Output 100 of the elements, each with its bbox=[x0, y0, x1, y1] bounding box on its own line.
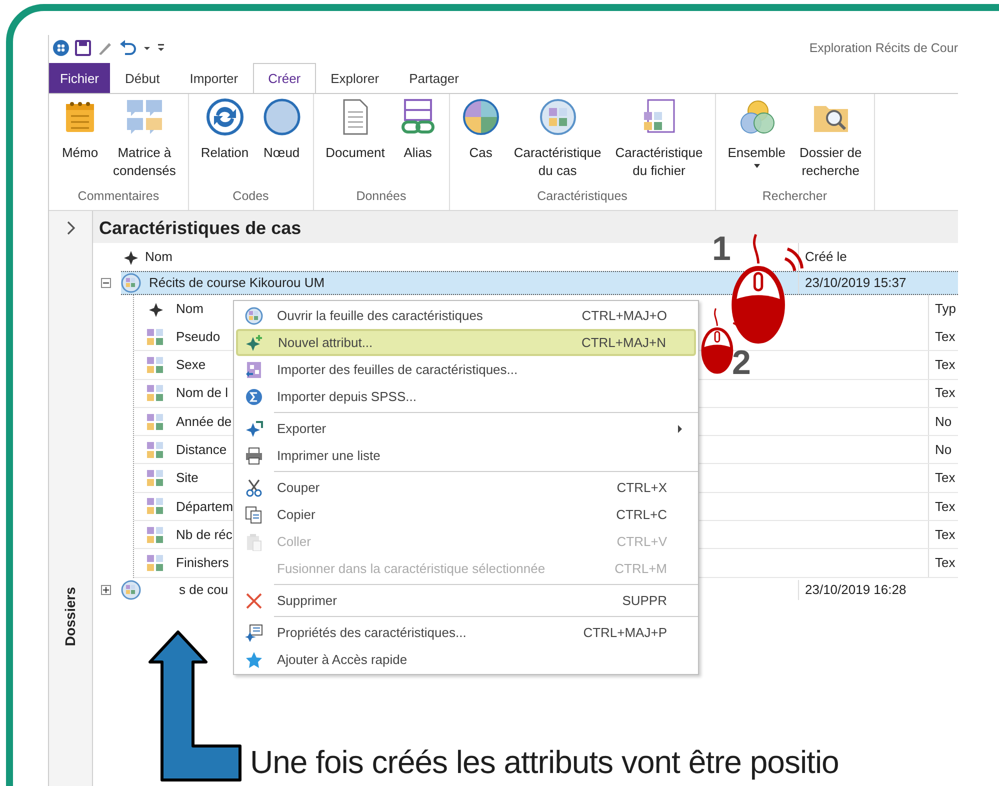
row-name: s de cou bbox=[179, 582, 228, 597]
attribute-icon bbox=[146, 526, 164, 544]
export-star-icon bbox=[245, 420, 263, 438]
ribbon-button[interactable]: Relation bbox=[194, 94, 255, 188]
attribute-name: Distance bbox=[176, 442, 227, 458]
attribute-icon bbox=[146, 497, 164, 516]
grid-circle-icon bbox=[121, 273, 141, 293]
sparkle-plus-icon bbox=[246, 334, 264, 352]
ribbon-button[interactable]: Caractéristique du cas bbox=[508, 94, 608, 188]
attribute-icon bbox=[146, 469, 164, 488]
properties-icon bbox=[245, 624, 263, 642]
ribbon-button[interactable]: Dossier de recherche bbox=[794, 94, 868, 188]
ribbon-tab[interactable]: Importer bbox=[174, 62, 254, 93]
file-menu-button[interactable]: Fichier bbox=[49, 62, 110, 93]
cross-icon bbox=[245, 592, 263, 610]
column-header[interactable]: Nom bbox=[176, 301, 204, 316]
ribbon-tab[interactable]: Explorer bbox=[316, 62, 394, 93]
ribbon-button[interactable]: Mémo bbox=[55, 94, 105, 188]
collapse-toggle[interactable] bbox=[101, 278, 111, 288]
type-cell: Tex bbox=[928, 464, 958, 492]
link-icon bbox=[398, 98, 437, 136]
attribute-name: Sexe bbox=[176, 357, 206, 372]
tree-row[interactable]: Récits de course Kikourou UM 23/10/2019 15:37 bbox=[121, 271, 958, 295]
ribbon-tab[interactable]: Créer bbox=[253, 62, 316, 94]
menu-item[interactable]: Couper CTRL+X bbox=[236, 474, 696, 501]
circles-icon bbox=[738, 98, 776, 136]
expand-toggle[interactable] bbox=[101, 584, 111, 595]
shortcut-text: CTRL+C bbox=[616, 506, 667, 524]
ribbon-button[interactable]: Document bbox=[320, 94, 391, 188]
column-header[interactable]: Nom bbox=[145, 249, 172, 264]
grid-circle-icon bbox=[121, 580, 141, 600]
ribbon-tab[interactable]: Début bbox=[110, 62, 175, 93]
pen-icon[interactable] bbox=[97, 40, 113, 56]
menu-item[interactable]: Ajouter à Accès rapide bbox=[236, 646, 696, 673]
type-cell: Tex bbox=[928, 549, 958, 577]
attribute-icon bbox=[146, 384, 164, 402]
grid-circle-icon bbox=[245, 306, 263, 324]
copy-icon bbox=[245, 506, 263, 524]
attribute-icon bbox=[146, 412, 164, 431]
shortcut-text: CTRL+MAJ+N bbox=[581, 334, 666, 352]
type-cell: Tex bbox=[928, 323, 958, 350]
type-cell: Tex bbox=[928, 521, 958, 548]
grid-circle-icon bbox=[538, 98, 577, 136]
group-label: Données bbox=[355, 188, 408, 206]
attribute-name: Départem bbox=[176, 498, 234, 514]
type-cell: Tex bbox=[928, 380, 958, 407]
date-cell: 23/10/2019 15:37 bbox=[798, 272, 958, 294]
ribbon-button[interactable]: Nœud bbox=[256, 94, 307, 188]
group-label: Caractéristiques bbox=[536, 188, 628, 206]
undo-icon[interactable] bbox=[119, 40, 137, 56]
attribute-icon bbox=[146, 328, 164, 346]
attribute-icon bbox=[146, 440, 164, 459]
circle-icon bbox=[262, 98, 301, 136]
attribute-name: Site bbox=[176, 470, 198, 486]
column-header[interactable]: Typ bbox=[928, 295, 958, 323]
ribbon-button[interactable]: Matrice à condensés bbox=[107, 94, 182, 188]
panel-label: Dossiers bbox=[61, 586, 79, 646]
pie-icon bbox=[462, 98, 500, 136]
menu-item[interactable]: Importer des feuilles de caractéristiques... bbox=[236, 356, 696, 383]
shortcut-text: CTRL+V bbox=[616, 532, 667, 551]
menu-item[interactable]: Nouvel attribut... CTRL+MAJ+N bbox=[236, 329, 696, 356]
menu-item[interactable]: Propriétés des caractéristiques... CTRL+MAJ+P bbox=[236, 619, 696, 646]
clipboard-icon bbox=[245, 532, 263, 550]
shortcut-text: CTRL+MAJ+P bbox=[583, 624, 667, 642]
group-label: Codes bbox=[232, 188, 270, 206]
menu-item[interactable]: Supprimer SUPPR bbox=[236, 587, 696, 614]
attribute-icon bbox=[146, 554, 164, 572]
import-sheet-icon bbox=[245, 360, 263, 378]
scissors-icon bbox=[245, 478, 263, 496]
menu-item[interactable]: Imprimer une liste bbox=[236, 442, 696, 469]
ribbon-button[interactable]: Ensemble bbox=[722, 94, 792, 188]
ribbon-button[interactable]: Cas bbox=[456, 94, 506, 188]
menu-item[interactable]: Copier CTRL+C bbox=[236, 501, 696, 528]
menu-item[interactable]: Ouvrir la feuille des caractéristiques CTRL+MAJ+O bbox=[236, 302, 696, 329]
menu-item[interactable]: Importer depuis SPSS... bbox=[236, 383, 696, 410]
speech-bubbles-icon bbox=[125, 98, 164, 136]
save-icon[interactable] bbox=[75, 40, 91, 56]
step-number: 2 bbox=[732, 346, 751, 380]
chevron-right-icon[interactable] bbox=[66, 221, 76, 235]
type-cell: No bbox=[928, 408, 958, 436]
type-cell: No bbox=[928, 436, 958, 464]
ribbon-tab[interactable]: Partager bbox=[394, 62, 474, 93]
ribbon-button[interactable]: Alias bbox=[392, 94, 443, 188]
printer-icon bbox=[245, 446, 263, 464]
attribute-name: Pseudo bbox=[176, 328, 220, 344]
star-icon bbox=[245, 650, 263, 668]
sigma-circle-icon bbox=[245, 388, 263, 406]
circular-arrows-icon bbox=[206, 98, 244, 136]
group-label: Commentaires bbox=[76, 188, 160, 206]
window-title: Exploration Récits de Cour bbox=[809, 40, 958, 57]
attribute-name: Année de bbox=[176, 414, 232, 429]
sparkle-icon bbox=[123, 250, 139, 266]
row-name: Récits de course Kikourou UM bbox=[149, 275, 325, 290]
menu-item[interactable]: Exporter bbox=[236, 415, 696, 442]
attribute-icon bbox=[146, 356, 164, 374]
shortcut-text: CTRL+MAJ+O bbox=[582, 306, 667, 325]
app-logo-icon[interactable] bbox=[53, 40, 69, 56]
ribbon-button[interactable]: Caractéristique du fichier bbox=[609, 94, 709, 188]
type-cell: Tex bbox=[928, 351, 958, 379]
attribute-name: Finishers bbox=[176, 555, 229, 570]
